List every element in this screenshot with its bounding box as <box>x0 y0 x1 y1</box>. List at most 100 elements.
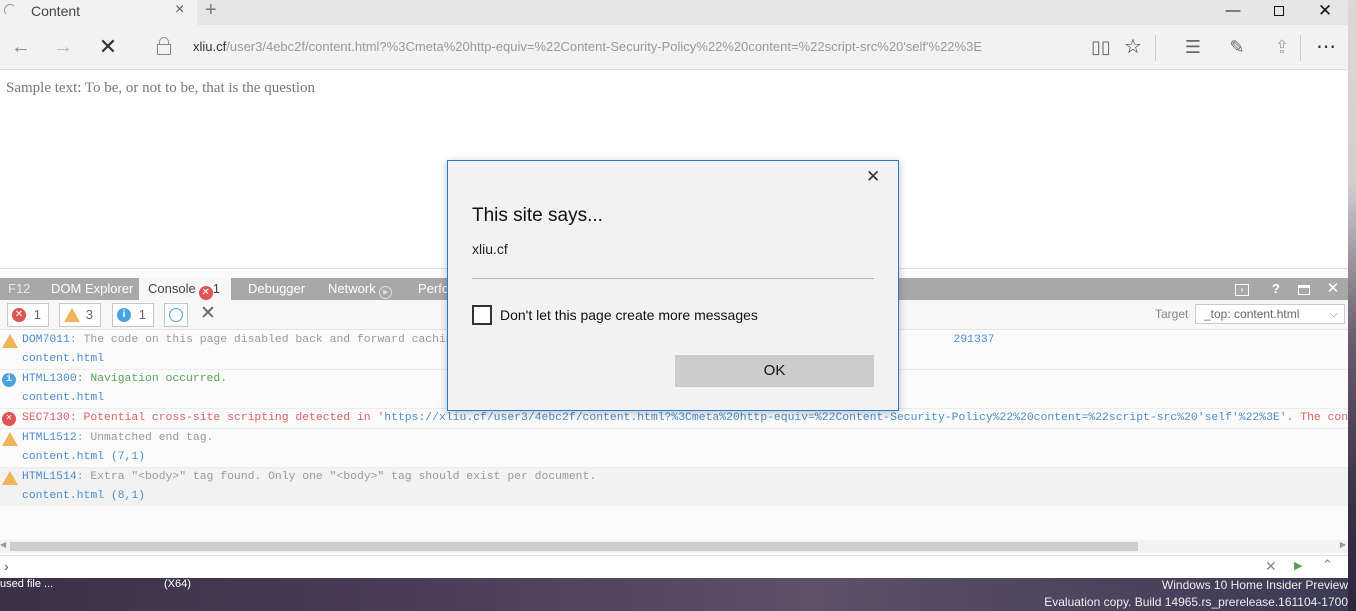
target-select-value: _top: content.html <box>1204 307 1300 321</box>
warning-icon <box>2 334 18 348</box>
dialog-title: This site says... <box>472 205 603 226</box>
new-tab-icon[interactable]: + <box>205 0 217 22</box>
devtools-close-icon[interactable]: ✕ <box>1322 278 1344 300</box>
lock-icon[interactable] <box>157 37 171 55</box>
suppress-messages-label[interactable]: Don't let this page create more messages <box>500 307 758 323</box>
favorite-star-icon[interactable]: ☆ <box>1121 35 1145 59</box>
network-record-icon: ▶ <box>379 286 393 299</box>
minimize-button[interactable]: — <box>1210 0 1256 25</box>
hub-icon[interactable]: ☰ <box>1181 35 1205 59</box>
loading-spinner-icon <box>4 4 16 16</box>
address-bar: ← → ✕ xliu.cf/user3/4ebc2f/content.html?… <box>0 25 1348 70</box>
tab-console-label: Console <box>148 281 196 296</box>
undock-icon[interactable] <box>1293 278 1315 300</box>
title-bar: Content × + — ✕ <box>0 0 1348 25</box>
message-text: : Navigation occurred. <box>76 373 228 385</box>
console-input[interactable]: › ✕ ▶ ⌃ <box>0 555 1348 578</box>
info-filter-button[interactable]: i 1 <box>112 303 154 327</box>
message-code: SEC7130 <box>22 412 70 424</box>
message-link[interactable]: 291337 <box>953 334 994 346</box>
message-text: : Unmatched end tag. <box>76 432 214 444</box>
info-icon: i <box>2 373 16 387</box>
reading-view-icon[interactable]: ▯▯ <box>1089 35 1113 59</box>
tab-network[interactable]: Network ▶ <box>328 278 393 300</box>
web-note-icon[interactable]: ✎ <box>1225 35 1249 59</box>
warning-icon <box>2 471 18 485</box>
windows-watermark-build: Evaluation copy. Build 14965.rs_prerelea… <box>1044 595 1348 609</box>
devtools-f12-label: F12 <box>8 281 31 296</box>
message-code: DOM7011 <box>22 334 70 346</box>
console-error-count: 1 <box>212 281 220 296</box>
dialog-divider <box>472 278 874 279</box>
suppress-messages-checkbox[interactable] <box>472 305 492 325</box>
message-source-link[interactable]: content.html (8,1) <box>22 487 1348 506</box>
stop-loading-button[interactable]: ✕ <box>93 33 123 61</box>
message-source-link[interactable]: content.html (7,1) <box>22 448 1348 467</box>
tab-dom-explorer[interactable]: DOM Explorer <box>51 278 133 300</box>
tab-performance[interactable]: Perfo <box>418 278 449 300</box>
maximize-button[interactable] <box>1256 0 1302 25</box>
window-close-button[interactable]: ✕ <box>1302 0 1348 25</box>
info-icon: i <box>117 308 131 322</box>
message-text: : Potential cross-site scripting detecte… <box>69 412 385 424</box>
warnings-count: 3 <box>85 307 93 322</box>
warning-icon <box>64 308 80 322</box>
taskbar-item[interactable]: used file ... <box>0 578 53 590</box>
target-label: Target <box>1155 307 1189 321</box>
error-icon: ✕ <box>12 308 26 322</box>
horizontal-scrollbar[interactable]: ◀ ▶ <box>0 540 1348 553</box>
prompt-icon: › <box>4 558 9 574</box>
chevron-down-icon: ⌵ <box>1329 308 1338 320</box>
maximize-icon <box>1274 6 1284 17</box>
expand-icon[interactable]: ⌃ <box>1322 557 1333 573</box>
toolbar-divider <box>1300 35 1301 61</box>
tab-close-icon[interactable]: × <box>175 1 184 19</box>
warnings-filter-button[interactable]: 3 <box>59 303 101 327</box>
warning-icon <box>2 432 18 446</box>
console-message[interactable]: HTML1512: Unmatched end tag. content.htm… <box>0 429 1348 468</box>
alert-dialog: ✕ This site says... xliu.cf Don't let th… <box>447 160 899 411</box>
console-message[interactable]: ✕ SEC7130: Potential cross-site scriptin… <box>0 409 1348 429</box>
forward-button[interactable]: → <box>48 33 78 61</box>
sample-text: Sample text: To be, or not to be, that i… <box>6 80 316 96</box>
more-icon[interactable]: ⋯ <box>1314 35 1338 59</box>
scrollbar-thumb[interactable] <box>10 542 1138 551</box>
clear-on-navigate-button[interactable] <box>164 303 188 327</box>
tab-debugger[interactable]: Debugger <box>248 278 305 300</box>
tab-network-label: Network <box>328 281 376 296</box>
desktop-background <box>1348 0 1356 611</box>
console-message[interactable]: HTML1514: Extra "<body>" tag found. Only… <box>0 468 1348 506</box>
share-icon[interactable]: ⇪ <box>1270 35 1294 59</box>
message-code: HTML1512 <box>22 432 77 444</box>
dialog-message: xliu.cf <box>472 241 508 257</box>
message-tail: '. The content h <box>1279 412 1348 424</box>
message-code: HTML1300 <box>22 373 77 385</box>
target-select[interactable]: _top: content.html ⌵ <box>1195 304 1345 324</box>
clear-on-navigate-icon <box>169 308 183 322</box>
console-error-icon: ✕ <box>198 286 213 300</box>
message-text: : Extra "<body>" tag found. Only one "<b… <box>76 471 597 483</box>
scroll-left-icon[interactable]: ◀ <box>0 540 6 549</box>
error-icon: ✕ <box>2 412 16 426</box>
url-field[interactable]: xliu.cf/user3/4ebc2f/content.html?%3Cmet… <box>193 39 982 54</box>
windows-watermark: Windows 10 Home Insider Preview <box>1161 578 1348 592</box>
console-toggle-icon[interactable]: › <box>1231 278 1253 300</box>
message-text: : The code on this page disabled back an… <box>69 334 460 346</box>
help-icon[interactable]: ? <box>1265 278 1287 300</box>
taskbar-item[interactable]: (X64) <box>164 578 191 590</box>
dialog-close-icon[interactable]: ✕ <box>866 167 880 187</box>
browser-tab-content[interactable]: Content × <box>0 0 197 25</box>
taskbar: used file ... (X64) Windows 10 Home Insi… <box>0 578 1348 611</box>
clear-console-icon[interactable]: ✕ <box>200 302 216 325</box>
message-code: HTML1514 <box>22 471 77 483</box>
toolbar-divider <box>1155 35 1156 61</box>
tab-console[interactable]: Console ✕ 1 <box>139 278 231 300</box>
clear-input-icon[interactable]: ✕ <box>1265 558 1277 575</box>
url-path: /user3/4ebc2f/content.html?%3Cmeta%20htt… <box>226 39 982 54</box>
scroll-right-icon[interactable]: ▶ <box>1340 540 1346 549</box>
run-icon[interactable]: ▶ <box>1294 559 1302 572</box>
ok-button[interactable]: OK <box>675 355 874 387</box>
back-button[interactable]: ← <box>6 33 36 61</box>
errors-filter-button[interactable]: ✕ 1 <box>7 303 49 327</box>
message-link[interactable]: https://xliu.cf/user3/4ebc2f/content.htm… <box>384 412 1279 424</box>
